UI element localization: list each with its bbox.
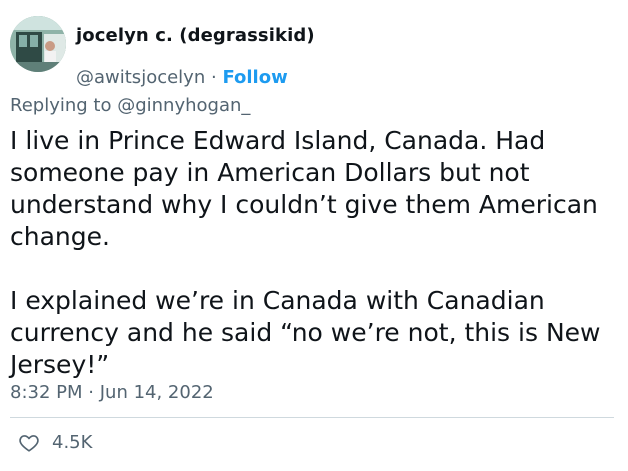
avatar-photo xyxy=(10,16,66,72)
tweet-card: jocelyn c. (degrassikid) @awitsjocelyn ·… xyxy=(0,0,628,471)
replying-to: Replying to @ginnyhogan_ xyxy=(10,95,250,117)
timestamp-separator: · xyxy=(88,382,94,403)
heart-icon[interactable] xyxy=(18,432,40,454)
follow-button[interactable]: Follow xyxy=(222,67,287,88)
author-display-name[interactable]: jocelyn c. (degrassikid) xyxy=(76,25,315,47)
divider xyxy=(10,417,614,418)
tweet-text: I live in Prince Edward Island, Canada. … xyxy=(10,126,601,379)
reply-mention-link[interactable]: @ginnyhogan_ xyxy=(117,95,250,116)
author-handle-line: @awitsjocelyn · Follow xyxy=(76,67,288,89)
tweet-time: 8:32 PM xyxy=(10,382,83,403)
replying-to-label: Replying to xyxy=(10,95,112,116)
avatar[interactable] xyxy=(10,16,66,72)
like-action[interactable]: 4.5K xyxy=(18,432,92,454)
like-count: 4.5K xyxy=(52,432,93,453)
tweet-timestamp[interactable]: 8:32 PM · Jun 14, 2022 xyxy=(10,382,214,404)
separator-dot: · xyxy=(210,67,217,88)
author-handle[interactable]: @awitsjocelyn xyxy=(76,67,205,88)
tweet-header: jocelyn c. (degrassikid) @awitsjocelyn ·… xyxy=(10,16,610,88)
tweet-date: Jun 14, 2022 xyxy=(99,382,214,403)
